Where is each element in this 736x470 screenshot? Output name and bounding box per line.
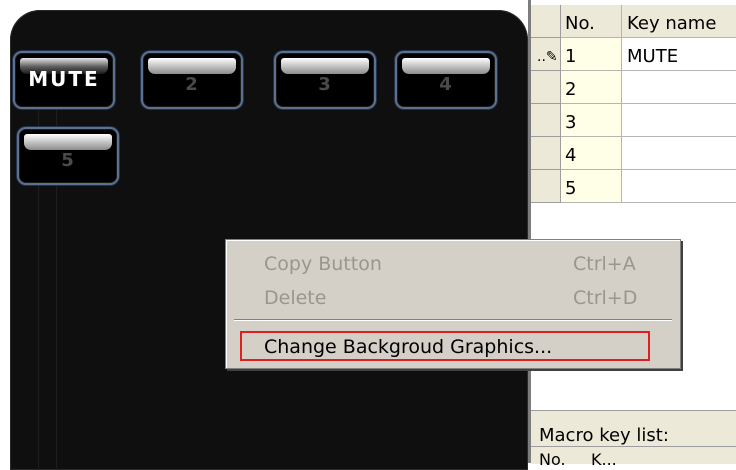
row-selector[interactable] xyxy=(531,104,561,137)
key-cap xyxy=(281,58,369,74)
key-label: 3 xyxy=(318,74,332,95)
header-corner xyxy=(531,5,561,38)
row-selector[interactable] xyxy=(531,170,561,203)
row-number: 5 xyxy=(561,170,622,203)
key-label: 5 xyxy=(61,150,75,171)
key-label: MUTE xyxy=(28,67,100,91)
row-selector[interactable] xyxy=(531,137,561,170)
macro-column-header-key[interactable]: K... xyxy=(591,450,617,469)
row-number: 2 xyxy=(561,71,622,104)
key-label: 4 xyxy=(439,74,453,95)
panel-groove xyxy=(38,50,39,470)
remote-key-2[interactable]: 2 xyxy=(141,51,243,109)
row-key-name[interactable] xyxy=(622,137,736,170)
key-label: 2 xyxy=(185,74,199,95)
macro-key-list-label: Macro key list: xyxy=(539,425,669,446)
key-cap xyxy=(24,134,112,150)
row-number: 1 xyxy=(561,38,622,71)
macro-table-header: No. K... xyxy=(531,446,736,469)
menu-item-shortcut: Ctrl+A xyxy=(573,253,636,275)
menu-item-label: Copy Button xyxy=(264,253,382,275)
row-key-name[interactable] xyxy=(622,71,736,104)
row-key-name[interactable] xyxy=(622,170,736,203)
menu-item-copy-button[interactable]: Copy Button Ctrl+A xyxy=(226,248,680,278)
macro-key-list-header: Macro key list: xyxy=(531,410,736,447)
row-number: 3 xyxy=(561,104,622,137)
context-menu[interactable]: Copy Button Ctrl+A Delete Ctrl+D Change … xyxy=(225,239,681,369)
highlight-box xyxy=(240,331,650,361)
macro-column-header-no[interactable]: No. xyxy=(539,450,566,469)
panel-groove xyxy=(56,50,57,470)
row-number: 4 xyxy=(561,137,622,170)
row-key-name[interactable]: MUTE xyxy=(622,38,736,71)
row-selector[interactable]: ..✎ xyxy=(531,38,561,71)
remote-key-5[interactable]: 5 xyxy=(17,127,119,185)
menu-item-delete[interactable]: Delete Ctrl+D xyxy=(226,282,680,312)
key-cap xyxy=(402,58,490,74)
row-selector[interactable] xyxy=(531,71,561,104)
key-cap xyxy=(148,58,236,74)
row-key-name[interactable] xyxy=(622,104,736,137)
remote-key-3[interactable]: 3 xyxy=(274,51,376,109)
menu-item-shortcut: Ctrl+D xyxy=(573,287,638,309)
menu-separator xyxy=(234,319,672,321)
edit-pencil-icon: ..✎ xyxy=(537,49,558,65)
remote-key-mute[interactable]: MUTE xyxy=(13,51,115,109)
remote-key-4[interactable]: 4 xyxy=(395,51,497,109)
menu-item-label: Delete xyxy=(264,287,327,309)
key-table[interactable]: No. Key name ..✎ 1 MUTE 2 3 4 5 Macro ke… xyxy=(528,0,736,469)
column-header-key-name[interactable]: Key name xyxy=(622,5,736,38)
column-header-no[interactable]: No. xyxy=(561,5,622,38)
